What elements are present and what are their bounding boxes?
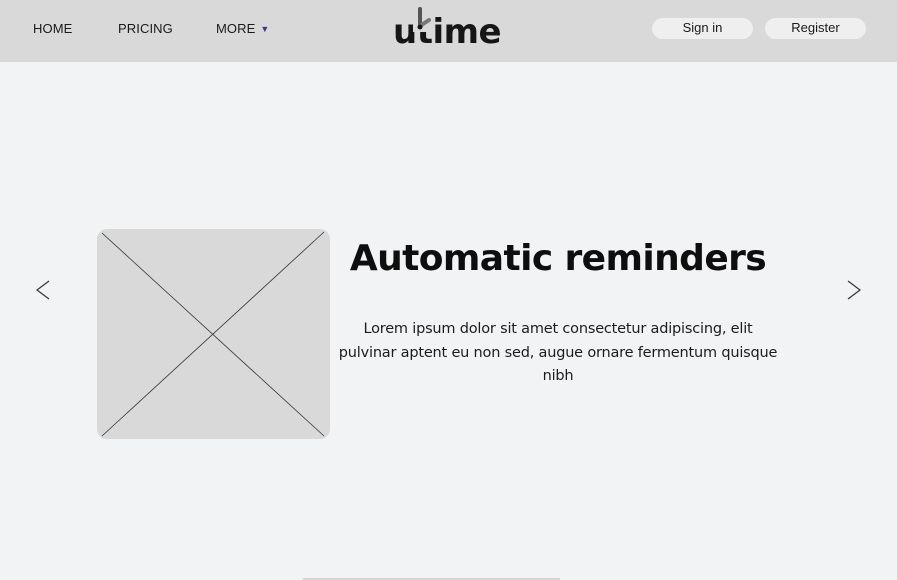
- register-button[interactable]: Register: [765, 18, 866, 39]
- slide-title: Automatic reminders: [349, 238, 767, 279]
- logo-text: utime: [393, 12, 502, 52]
- nav-more-dropdown[interactable]: MORE ▼: [216, 21, 269, 36]
- top-navigation-bar: HOME PRICING MORE ▼ utime Sign in Registe…: [0, 0, 897, 62]
- carousel-next-button[interactable]: [842, 277, 866, 303]
- image-placeholder: [97, 229, 330, 439]
- logo[interactable]: utime: [391, 4, 509, 54]
- nav-more-label: MORE: [216, 21, 256, 36]
- clock-hand-icon: [413, 6, 433, 32]
- image-placeholder-icon: [101, 231, 325, 437]
- chevron-right-icon: [847, 280, 861, 300]
- sign-in-button[interactable]: Sign in: [652, 18, 753, 39]
- nav-home-link[interactable]: HOME: [33, 21, 72, 36]
- carousel-prev-button[interactable]: [32, 277, 56, 303]
- nav-pricing-link[interactable]: PRICING: [118, 21, 173, 36]
- caret-down-icon: ▼: [260, 24, 270, 34]
- slide-description: Lorem ipsum dolor sit amet consectetur a…: [338, 321, 778, 384]
- chevron-left-icon: [36, 280, 50, 300]
